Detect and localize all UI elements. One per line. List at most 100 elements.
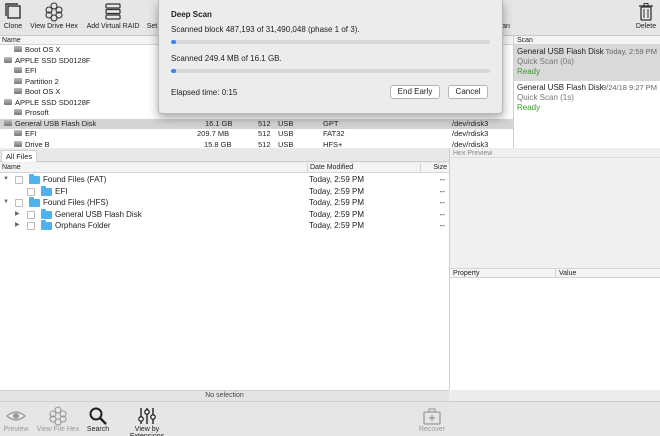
disclosure-open-icon[interactable]: ▼ xyxy=(3,197,9,209)
hex-icon xyxy=(49,406,67,426)
delete-button[interactable]: Delete xyxy=(634,2,658,34)
files-header: Name Date Modified Size xyxy=(0,163,449,173)
file-size: -- xyxy=(439,198,445,207)
disk-row-name: APPLE SSD SD0128F xyxy=(15,55,91,65)
view-drive-hex-label: View Drive Hex xyxy=(30,23,78,30)
scan-item[interactable]: General USB Flash Disk 9/24/18 9:27 PM Q… xyxy=(514,81,660,117)
disclosure-closed-icon[interactable]: ▶ xyxy=(15,220,20,232)
search-button[interactable]: Search xyxy=(86,406,110,433)
file-row[interactable]: ▼ Found Files (FAT) Today, 2:59 PM -- xyxy=(0,174,449,186)
set-button[interactable]: Set xyxy=(145,2,159,34)
disk-row-name: Boot OS X xyxy=(25,45,61,54)
file-row[interactable]: ▼ Found Files (HFS) Today, 2:59 PM -- xyxy=(0,197,449,209)
hex-preview-area xyxy=(450,158,660,268)
bottom-toolbar: Preview View File Hex Search View by Ext… xyxy=(0,401,660,436)
disclosure-closed-icon[interactable]: ▶ xyxy=(15,209,20,221)
scan-header: Scan xyxy=(514,36,660,45)
set-icon xyxy=(145,2,159,22)
properties-header: Property Value xyxy=(450,268,660,278)
cancel-button[interactable]: Cancel xyxy=(448,85,488,99)
file-size: -- xyxy=(439,175,445,184)
disk-device: /dev/rdisk3 xyxy=(452,129,489,138)
disk-icon xyxy=(4,119,12,126)
scan-item-type: Quick Scan (0s) xyxy=(517,57,574,66)
disk-row-name: General USB Flash Disk xyxy=(15,118,97,128)
file-name: EFI xyxy=(55,186,68,196)
file-tabs: All Files xyxy=(0,149,449,162)
recover-icon xyxy=(423,408,441,425)
sheet-title: Deep Scan xyxy=(171,10,212,19)
file-name: Found Files (HFS) xyxy=(43,198,109,207)
view-by-extensions-button[interactable]: View by Extensions xyxy=(117,406,177,436)
file-checkbox[interactable] xyxy=(27,210,35,219)
view-drive-hex-button[interactable]: View Drive Hex xyxy=(28,2,80,34)
folder-icon xyxy=(41,185,52,196)
disk-row-name: EFI xyxy=(25,129,37,138)
view-file-hex-button[interactable]: View File Hex xyxy=(35,406,81,433)
scan-item-status: Ready xyxy=(517,67,541,76)
disk-size: 209.7 MB xyxy=(197,129,230,138)
disk-row[interactable]: EFI 209.7 MB 512 USB FAT32 /dev/rdisk3 xyxy=(0,129,513,140)
add-virtual-raid-label: Add Virtual RAID xyxy=(86,23,140,30)
files-list: ▼ Found Files (FAT) Today, 2:59 PM -- EF… xyxy=(0,173,449,390)
elapsed-time: Elapsed time: 0:15 xyxy=(171,88,238,97)
add-virtual-raid-button[interactable]: Add Virtual RAID xyxy=(85,2,141,34)
file-date: Today, 2:59 PM xyxy=(309,175,364,184)
eye-icon xyxy=(6,411,26,421)
file-row[interactable]: ▶ General USB Flash Disk Today, 2:59 PM … xyxy=(0,208,449,221)
file-checkbox[interactable] xyxy=(15,199,23,207)
recover-button[interactable]: Recover xyxy=(418,406,446,433)
file-checkbox[interactable] xyxy=(27,187,35,196)
file-date: Today, 2:59 PM xyxy=(309,198,364,207)
disk-icon xyxy=(4,56,12,63)
scan-item-type: Quick Scan (1s) xyxy=(517,93,574,102)
scan-item-selected[interactable]: General USB Flash Disk Today, 2:59 PM Qu… xyxy=(514,45,660,81)
file-row[interactable]: EFI Today, 2:59 PM -- xyxy=(0,185,449,198)
selection-status: No selection xyxy=(205,392,244,399)
disk-interface: USB xyxy=(278,118,294,128)
disk-icon xyxy=(14,46,22,53)
disk-device: /dev/rdisk3 xyxy=(452,118,489,128)
sliders-icon xyxy=(138,408,156,424)
scan-item-status: Ready xyxy=(517,103,541,112)
search-label: Search xyxy=(86,426,110,433)
disk-row-name: Partition 2 xyxy=(25,76,59,86)
preview-button[interactable]: Preview xyxy=(3,406,29,433)
files-size-column[interactable]: Size xyxy=(420,163,449,173)
file-checkbox[interactable] xyxy=(15,176,23,184)
file-date: Today, 2:59 PM xyxy=(309,221,364,230)
disk-interface: USB xyxy=(278,129,294,138)
disk-icon xyxy=(4,98,12,105)
file-row[interactable]: ▶ Orphans Folder Today, 2:59 PM -- xyxy=(0,220,449,232)
properties-area xyxy=(450,278,660,390)
raid-icon xyxy=(105,3,121,20)
file-size: -- xyxy=(439,186,445,196)
trash-icon xyxy=(639,3,653,21)
folder-icon xyxy=(41,208,52,219)
end-early-button[interactable]: End Early xyxy=(390,85,440,99)
folder-icon xyxy=(41,220,52,230)
block-progress-bar xyxy=(171,40,490,44)
property-column[interactable]: Property xyxy=(450,269,479,278)
disk-size: 16.1 GB xyxy=(205,118,233,128)
disk-row-selected[interactable]: General USB Flash Disk 16.1 GB 512 USB G… xyxy=(0,118,513,129)
block-progress-fill xyxy=(171,40,176,44)
disclosure-open-icon[interactable]: ▼ xyxy=(3,174,9,186)
clone-button[interactable]: Clone xyxy=(2,2,24,34)
disk-row-name: Prosoft xyxy=(25,108,49,117)
disk-name-column-header: Name xyxy=(2,37,21,44)
set-label: Set xyxy=(146,23,158,30)
file-name: Found Files (FAT) xyxy=(43,175,107,184)
file-date: Today, 2:59 PM xyxy=(309,186,364,196)
files-name-column[interactable]: Name xyxy=(0,163,21,173)
files-date-column[interactable]: Date Modified xyxy=(307,163,420,173)
file-checkbox[interactable] xyxy=(27,222,35,230)
scan-item-date: Today, 2:59 PM xyxy=(605,47,657,56)
folder-icon xyxy=(29,174,40,184)
scan-panel: Scan General USB Flash Disk Today, 2:59 … xyxy=(513,36,660,148)
recover-label: Recover xyxy=(418,426,446,433)
value-column[interactable]: Value xyxy=(555,269,576,278)
disk-row-name: Drive B xyxy=(25,139,50,149)
disk-block-size: 512 xyxy=(258,129,271,138)
tab-all-files[interactable]: All Files xyxy=(1,150,37,162)
